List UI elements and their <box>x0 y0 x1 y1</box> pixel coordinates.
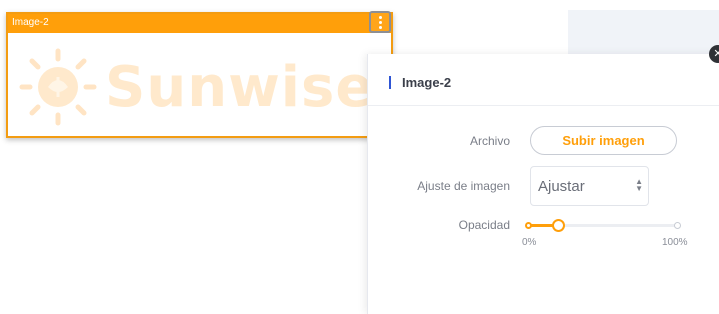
opacity-max-label: 100% <box>662 237 688 248</box>
image-fit-label: Ajuste de imagen <box>417 179 510 193</box>
image-widget[interactable]: Image-2 Sunwise <box>6 11 393 138</box>
file-label: Archivo <box>469 134 510 148</box>
more-vertical-icon[interactable] <box>369 11 391 33</box>
image-fit-select[interactable]: Ajustar ▲ ▼ <box>530 166 649 206</box>
image-fit-value: Ajustar <box>538 178 585 195</box>
panel-accent-bar <box>389 76 391 89</box>
opacity-slider-track[interactable] <box>528 224 678 227</box>
opacity-slider-end <box>674 222 681 229</box>
image-preview: Sunwise <box>8 33 391 136</box>
opacity-slider-thumb[interactable] <box>551 219 565 232</box>
upload-image-button[interactable]: Subir imagen <box>530 126 677 155</box>
sunwise-logo-icon <box>19 48 97 126</box>
opacity-min-label: 0% <box>522 237 537 248</box>
sort-arrows-icon: ▲ ▼ <box>635 177 643 193</box>
settings-panel: ✕ Image-2 Archivo Subir imagen Ajuste de… <box>367 45 719 314</box>
opacity-label: Opacidad <box>458 218 510 232</box>
logo-text: Sunwise <box>105 55 375 120</box>
widget-header[interactable]: Image-2 <box>8 11 391 33</box>
opacity-slider-start <box>525 222 532 229</box>
canvas: Image-2 Sunwise ✕ Image-2 Archivo Subir … <box>0 0 719 314</box>
panel-header: Image-2 <box>368 54 719 106</box>
widget-title: Image-2 <box>12 17 49 28</box>
panel-title: Image-2 <box>402 75 452 90</box>
